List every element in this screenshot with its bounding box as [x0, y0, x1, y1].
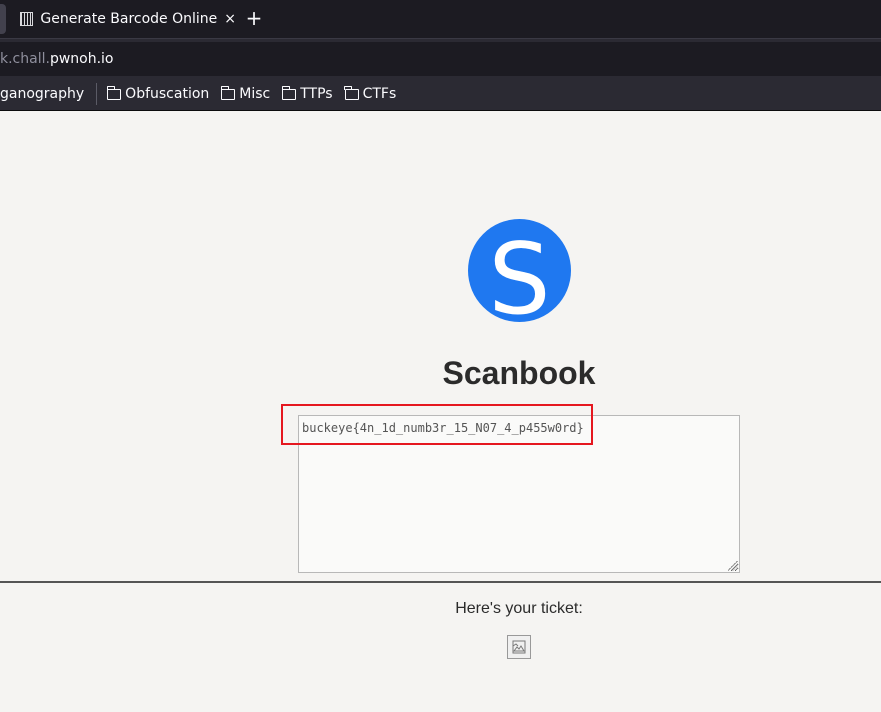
logo-letter: S [488, 222, 551, 323]
resize-grip-icon[interactable] [728, 561, 738, 571]
navigation-bar: k.chall. pwnoh.io [0, 38, 881, 79]
bookmark-label: TTPs [300, 86, 333, 102]
ticket-label: Here's your ticket: [455, 600, 583, 617]
bookmark-label: ganography [0, 86, 85, 102]
bookmark-folder-ctfs[interactable]: CTFs [344, 85, 397, 102]
tab-title: Generate Barcode Online [40, 11, 218, 27]
broken-image-icon [512, 640, 526, 654]
close-icon[interactable]: × [224, 12, 236, 26]
folder-icon [281, 85, 297, 100]
bookmark-folder-ttps[interactable]: TTPs [281, 85, 333, 102]
ticket-image[interactable] [507, 635, 531, 659]
bookmark-folder-misc[interactable]: Misc [220, 85, 271, 102]
bookmark-folder-obfuscation[interactable]: Obfuscation [106, 85, 210, 102]
bookmark-label: CTFs [362, 86, 397, 102]
previous-tab-edge[interactable] [0, 4, 6, 34]
bookmark-steganography[interactable]: ganography [0, 86, 84, 102]
page-title: Scanbook [442, 355, 596, 391]
barcode-icon [20, 12, 34, 26]
tab-generate-barcode[interactable]: Generate Barcode Online × [14, 4, 236, 34]
folder-icon [344, 85, 359, 100]
url-prefix: k.chall. [0, 51, 50, 67]
bookmark-separator [96, 83, 98, 105]
url-bar[interactable]: k.chall. pwnoh.io [0, 42, 881, 76]
section-divider [0, 581, 881, 583]
bookmark-label: Misc [239, 86, 271, 102]
folder-icon [220, 85, 236, 100]
scanbook-logo: S [468, 219, 571, 322]
new-tab-button[interactable]: + [244, 7, 264, 29]
url-host: pwnoh.io [49, 51, 114, 67]
barcode-textarea[interactable]: buckeye{4n_1d_numb3r_15_N07_4_p455w0rd} [298, 415, 740, 573]
bookmarks-toolbar: ganography Obfuscation Misc TTPs CTFs [0, 78, 881, 111]
folder-icon [106, 85, 122, 100]
page-content: S Scanbook buckeye{4n_1d_numb3r_15_N07_4… [0, 111, 881, 712]
bookmark-label: Obfuscation [125, 86, 210, 102]
tab-strip: Generate Barcode Online × + [0, 0, 881, 38]
textarea-value: buckeye{4n_1d_numb3r_15_N07_4_p455w0rd} [302, 421, 584, 435]
